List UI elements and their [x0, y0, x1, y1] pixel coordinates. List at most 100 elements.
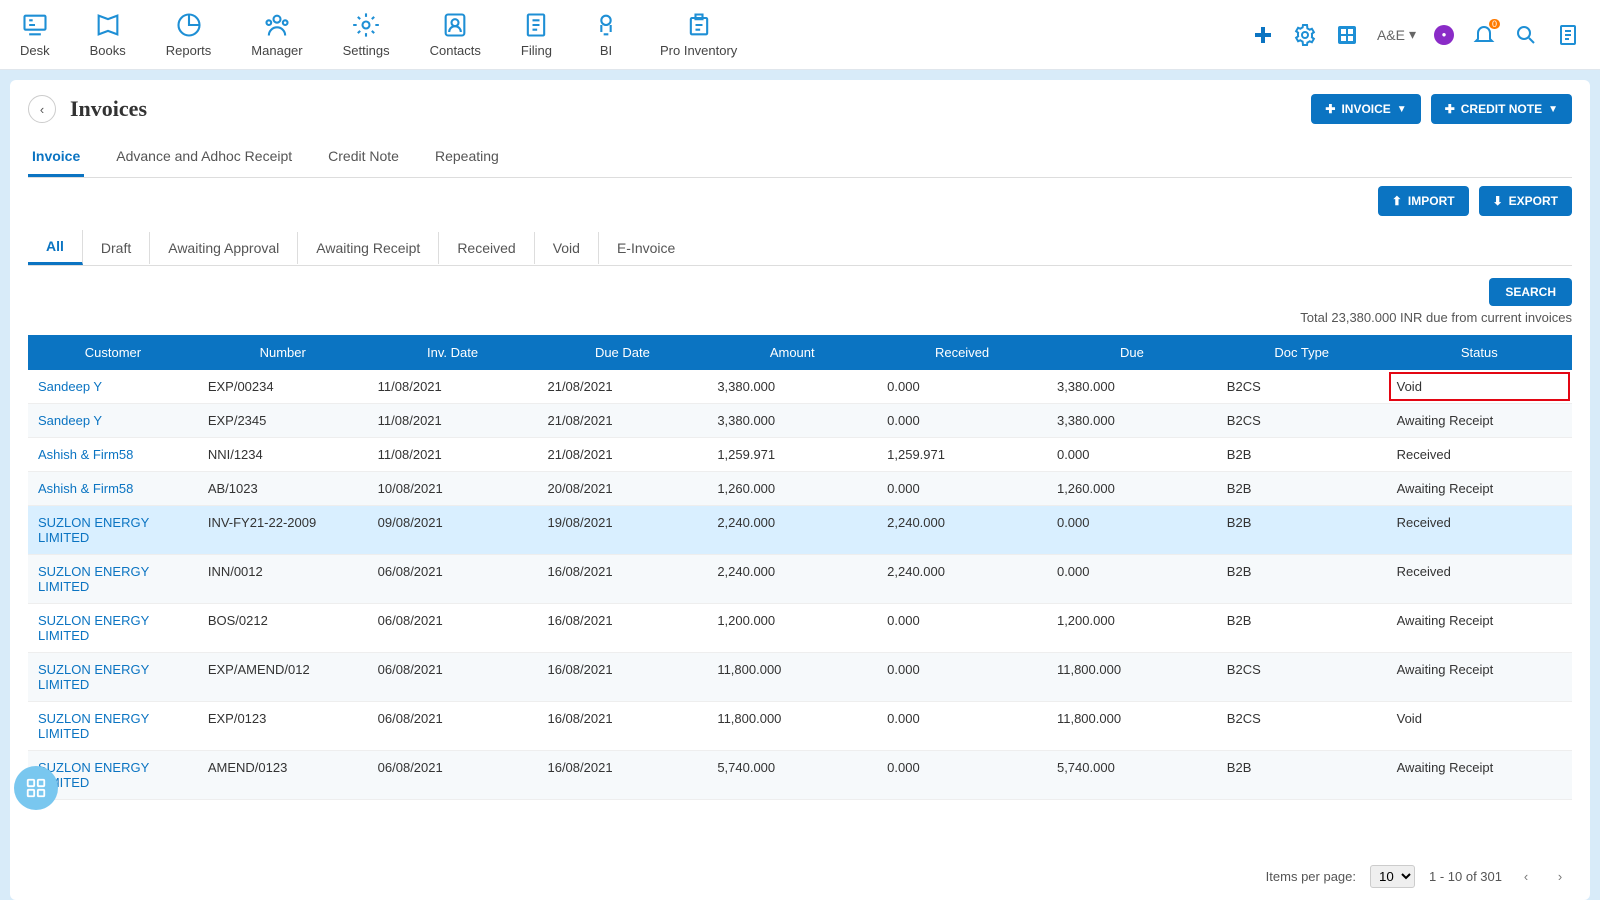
cell-duev: 1,200.000	[1047, 604, 1217, 653]
customer-link[interactable]: SUZLON ENERGY LIMITED	[38, 564, 149, 594]
cell-inv: 06/08/2021	[368, 555, 538, 604]
customer-link[interactable]: SUZLON ENERGY LIMITED	[38, 711, 149, 741]
customer-link[interactable]: SUZLON ENERGY LIMITED	[38, 662, 149, 692]
table-row[interactable]: Ashish & Firm58AB/102310/08/202120/08/20…	[28, 472, 1572, 506]
filter-draft[interactable]: Draft	[83, 232, 150, 264]
status-highlight	[1389, 372, 1570, 401]
col-customer[interactable]: Customer	[28, 335, 198, 370]
col-due-date[interactable]: Due Date	[537, 335, 707, 370]
col-doc-type[interactable]: Doc Type	[1217, 335, 1387, 370]
customer-link[interactable]: SUZLON ENERGY LIMITED	[38, 515, 149, 545]
table-row[interactable]: SUZLON ENERGY LIMITEDEXP/012306/08/20211…	[28, 702, 1572, 751]
page-size-select[interactable]: 10	[1370, 865, 1415, 888]
chevron-down-icon: ▼	[1397, 104, 1407, 115]
filter-awaiting-receipt[interactable]: Awaiting Receipt	[298, 232, 439, 264]
tab-repeating[interactable]: Repeating	[431, 138, 503, 177]
cell-due: 16/08/2021	[537, 555, 707, 604]
nav-desk[interactable]: Desk	[20, 11, 50, 58]
tab-invoice[interactable]: Invoice	[28, 138, 84, 177]
import-button[interactable]: ⬆IMPORT	[1378, 186, 1469, 216]
filter-void[interactable]: Void	[535, 232, 599, 264]
cell-due: 16/08/2021	[537, 702, 707, 751]
back-button[interactable]: ‹	[28, 95, 56, 123]
col-received[interactable]: Received	[877, 335, 1047, 370]
filter-e-invoice[interactable]: E-Invoice	[599, 232, 693, 264]
nav-bi[interactable]: BI	[592, 11, 620, 58]
nav-reports[interactable]: Reports	[166, 11, 212, 58]
cell-amount: 1,259.971	[707, 438, 877, 472]
search-button[interactable]: SEARCH	[1489, 278, 1572, 306]
tab-advance-and-adhoc-receipt[interactable]: Advance and Adhoc Receipt	[112, 138, 296, 177]
col-due[interactable]: Due	[1047, 335, 1217, 370]
customer-link[interactable]: SUZLON ENERGY LIMITED	[38, 613, 149, 643]
cell-duev: 11,800.000	[1047, 702, 1217, 751]
new-credit-note-button[interactable]: ✚CREDIT NOTE▼	[1431, 94, 1572, 124]
org-switcher[interactable]: A&E▾	[1377, 26, 1416, 43]
table-row[interactable]: SUZLON ENERGY LIMITEDEXP/AMEND/01206/08/…	[28, 653, 1572, 702]
notif-count: 0	[1489, 19, 1500, 29]
calculator-icon[interactable]	[1335, 23, 1359, 47]
cell-doc: B2B	[1217, 472, 1387, 506]
filter-awaiting-approval[interactable]: Awaiting Approval	[150, 232, 298, 264]
pager-range: 1 - 10 of 301	[1429, 869, 1502, 884]
cell-duev: 0.000	[1047, 506, 1217, 555]
nav-manager[interactable]: Manager	[251, 11, 302, 58]
cell-duev: 11,800.000	[1047, 653, 1217, 702]
cell-customer: SUZLON ENERGY LIMITED	[28, 506, 198, 555]
gear-icon[interactable]	[1293, 23, 1317, 47]
apps-widget-button[interactable]	[14, 766, 58, 810]
export-button[interactable]: ⬇EXPORT	[1479, 186, 1572, 216]
cell-number: EXP/2345	[198, 404, 368, 438]
col-number[interactable]: Number	[198, 335, 368, 370]
filter-received[interactable]: Received	[439, 232, 534, 264]
new-invoice-button[interactable]: ✚INVOICE▼	[1311, 94, 1420, 124]
cell-number: EXP/0123	[198, 702, 368, 751]
cell-customer: SUZLON ENERGY LIMITED	[28, 702, 198, 751]
cell-customer: Sandeep Y	[28, 370, 198, 404]
col-amount[interactable]: Amount	[707, 335, 877, 370]
filter-all[interactable]: All	[28, 230, 83, 265]
nav-contacts[interactable]: Contacts	[430, 11, 481, 58]
table-row[interactable]: SUZLON ENERGY LIMITEDINN/001206/08/20211…	[28, 555, 1572, 604]
customer-link[interactable]: Ashish & Firm58	[38, 481, 133, 496]
tab-credit-note[interactable]: Credit Note	[324, 138, 403, 177]
cell-received: 1,259.971	[877, 438, 1047, 472]
manager-icon	[263, 11, 291, 39]
customer-link[interactable]: Sandeep Y	[38, 413, 102, 428]
cell-doc: B2B	[1217, 555, 1387, 604]
cell-status: Void	[1387, 702, 1572, 751]
notification-icon[interactable]: 0	[1472, 23, 1496, 47]
table-row[interactable]: SUZLON ENERGY LIMITEDAMEND/012306/08/202…	[28, 751, 1572, 800]
cell-doc: B2CS	[1217, 653, 1387, 702]
cell-due: 16/08/2021	[537, 751, 707, 800]
table-row[interactable]: Sandeep YEXP/0023411/08/202121/08/20213,…	[28, 370, 1572, 404]
customer-link[interactable]: Sandeep Y	[38, 379, 102, 394]
nav-proinv[interactable]: Pro Inventory	[660, 11, 737, 58]
filter-tabs: AllDraftAwaiting ApprovalAwaiting Receip…	[28, 230, 1572, 266]
chevron-down-icon: ▾	[1409, 26, 1416, 43]
table-row[interactable]: Ashish & Firm58NNI/123411/08/202121/08/2…	[28, 438, 1572, 472]
cell-customer: SUZLON ENERGY LIMITED	[28, 555, 198, 604]
prev-page-button[interactable]: ‹	[1516, 867, 1536, 887]
cell-status: Awaiting Receipt	[1387, 404, 1572, 438]
table-row[interactable]: Sandeep YEXP/234511/08/202121/08/20213,3…	[28, 404, 1572, 438]
notes-icon[interactable]	[1556, 23, 1580, 47]
col-status[interactable]: Status	[1387, 335, 1572, 370]
add-icon[interactable]	[1251, 23, 1275, 47]
brand-badge-icon[interactable]: ●	[1434, 25, 1454, 45]
customer-link[interactable]: Ashish & Firm58	[38, 447, 133, 462]
col-inv-date[interactable]: Inv. Date	[368, 335, 538, 370]
plus-icon: ✚	[1325, 102, 1335, 116]
table-row[interactable]: SUZLON ENERGY LIMITEDBOS/021206/08/20211…	[28, 604, 1572, 653]
nav-filing[interactable]: Filing	[521, 11, 552, 58]
nav-settings[interactable]: Settings	[343, 11, 390, 58]
nav-books[interactable]: Books	[90, 11, 126, 58]
page-title: Invoices	[70, 96, 147, 122]
nav-left: Desk Books Reports Manager Settings Contacts F…	[20, 11, 737, 58]
search-icon[interactable]	[1514, 23, 1538, 47]
table-row[interactable]: SUZLON ENERGY LIMITEDINV-FY21-22-200909/…	[28, 506, 1572, 555]
cell-number: AB/1023	[198, 472, 368, 506]
cell-doc: B2CS	[1217, 702, 1387, 751]
download-icon: ⬇	[1493, 194, 1503, 208]
next-page-button[interactable]: ›	[1550, 867, 1570, 887]
